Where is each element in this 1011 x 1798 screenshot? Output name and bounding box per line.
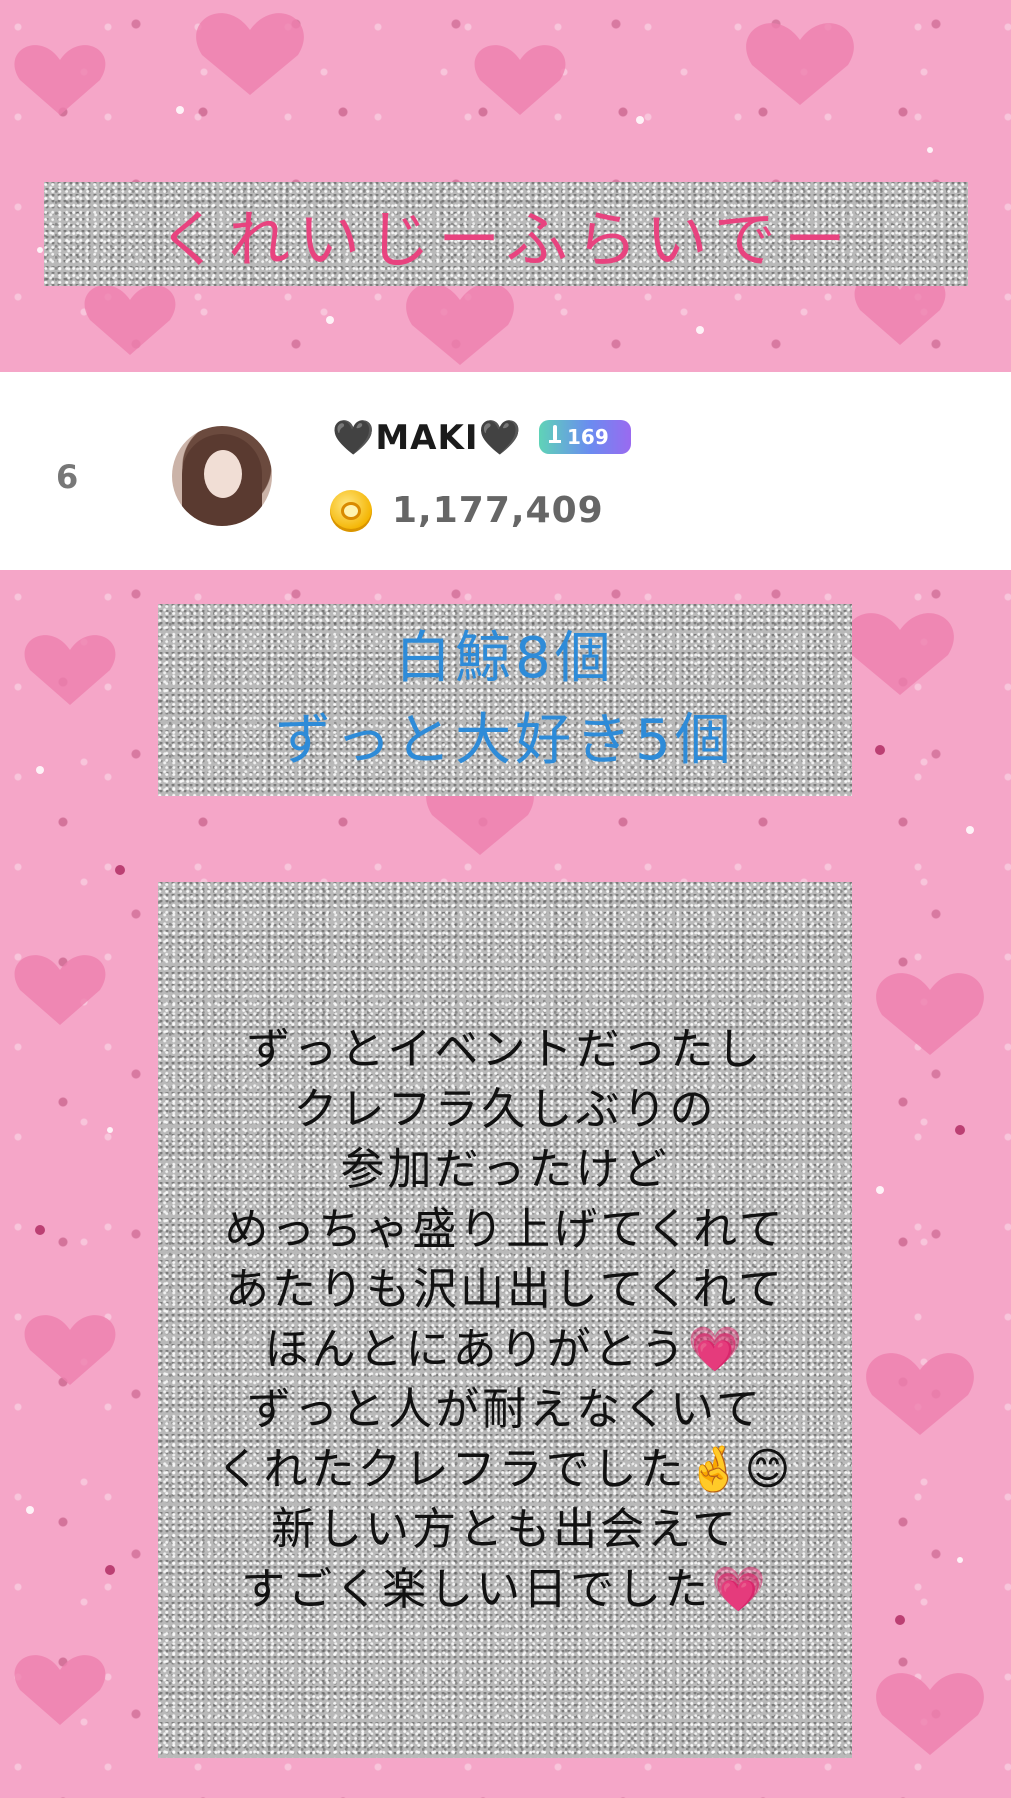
coin-icon	[330, 490, 372, 532]
gift-summary-box: 白鯨8個 ずっと大好き5個	[158, 604, 852, 796]
banner-title: くれいじーふらいでー	[158, 203, 854, 276]
message-line: 参加だったけど	[340, 1144, 670, 1195]
message-line: あたりも沢山出してくれて	[224, 1264, 786, 1315]
message-line: ほんとにありがとう💗	[264, 1324, 746, 1375]
message-line: めっちゃ盛り上げてくれて	[224, 1204, 786, 1255]
message-line: 新しい方とも出会えて	[271, 1504, 739, 1555]
title-banner: くれいじーふらいでー	[44, 182, 968, 286]
gift-line-2: ずっと大好き5個	[275, 708, 735, 773]
level-badge-value: 169	[567, 425, 609, 449]
gift-line-1: 白鯨8個	[395, 626, 615, 691]
message-line: くれたクレフラでした🤞😊	[216, 1444, 794, 1495]
rank-number: 6	[56, 458, 79, 496]
message-line: すごく楽しい日でした💗	[241, 1564, 769, 1615]
message-line: ずっとイベントだったし	[246, 1024, 764, 1075]
points-value: 1,177,409	[392, 490, 604, 531]
message-line: クレフラ久しぶりの	[293, 1084, 717, 1135]
avatar[interactable]	[172, 426, 272, 526]
ranking-row[interactable]	[0, 372, 1011, 570]
username[interactable]: 🖤MAKI🖤	[332, 418, 522, 458]
message-box: ずっとイベントだったし クレフラ久しぶりの 参加だったけど めっちゃ盛り上げてく…	[158, 882, 852, 1758]
level-badge: 169	[539, 420, 631, 454]
sword-icon	[549, 425, 561, 449]
message-line: ずっと人が耐えなくいて	[247, 1384, 763, 1435]
